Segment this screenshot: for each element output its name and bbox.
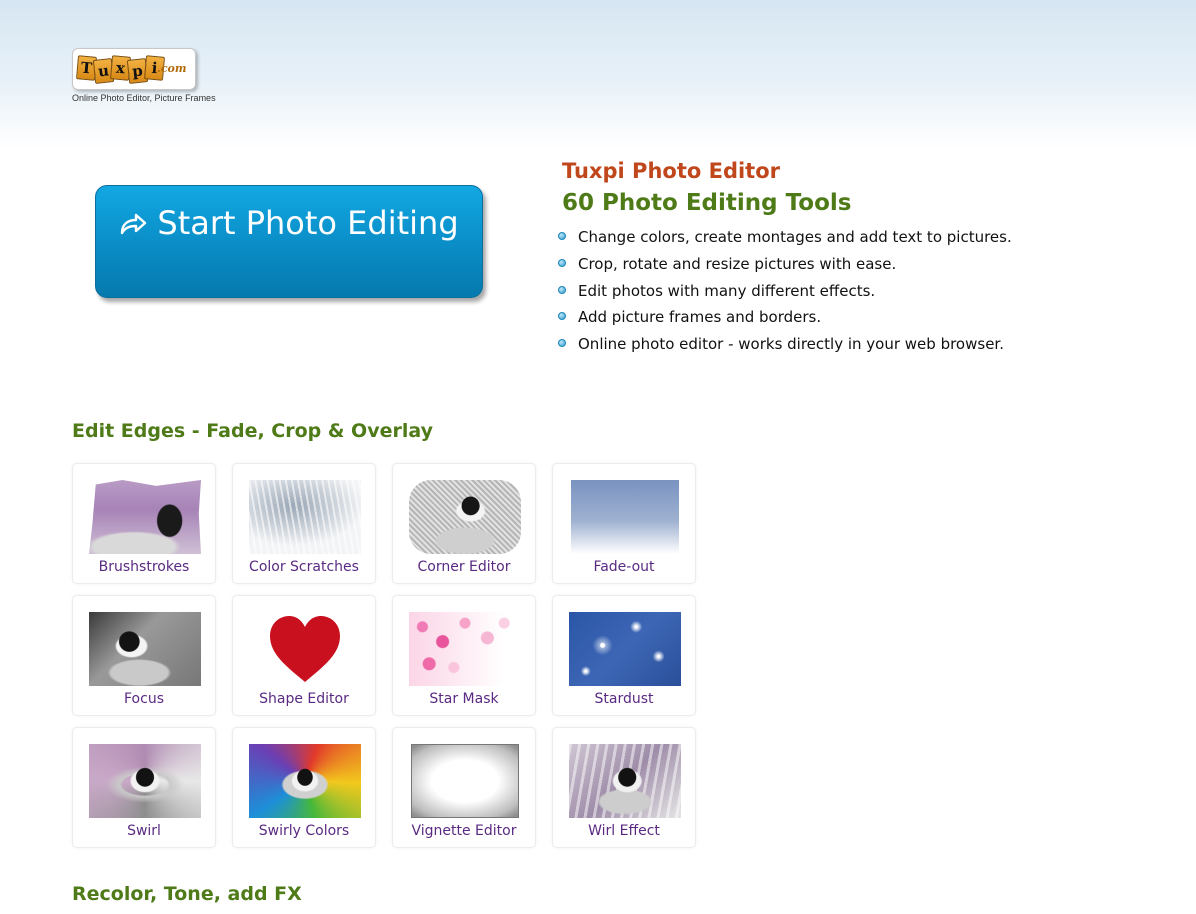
brushstrokes-thumbnail [89,480,201,554]
tool-label: Color Scratches [249,559,359,575]
feature-item: Online photo editor - works directly in … [558,335,1122,354]
section-title-edit-edges: Edit Edges - Fade, Crop & Overlay [72,420,433,442]
tool-label: Wirl Effect [588,823,660,839]
start-button-label: Start Photo Editing [157,204,459,242]
heart-icon [270,616,340,682]
start-photo-editing-button[interactable]: Start Photo Editing [95,185,483,298]
vignette-editor-thumbnail [411,744,519,818]
star-mask-thumbnail [409,612,521,686]
tool-label: Brushstrokes [98,559,190,575]
feature-text: Crop, rotate and resize pictures with ea… [578,254,897,273]
info-title: Tuxpi Photo Editor [562,159,780,183]
tool-tile-fade-out[interactable]: Fade-out [552,463,696,584]
info-subtitle: 60 Photo Editing Tools [562,190,852,216]
swirly-colors-thumbnail [249,744,361,818]
logo-suffix: .com [157,62,187,75]
tool-tile-shape-editor[interactable]: Shape Editor [232,595,376,716]
tool-label: Corner Editor [417,559,511,575]
tool-label: Shape Editor [259,691,349,707]
tool-label: Focus [124,691,164,707]
color-scratches-thumbnail [249,480,361,554]
feature-text: Add picture frames and borders. [578,308,822,327]
corner-editor-thumbnail [409,480,521,554]
feature-list: Change colors, create montages and add t… [558,228,1122,354]
bullet-icon [558,258,566,267]
tool-tile-corner-editor[interactable]: Corner Editor [392,463,536,584]
info-panel: Tuxpi Photo Editor 60 Photo Editing Tool… [558,157,1122,362]
tool-tile-swirly-colors[interactable]: Swirly Colors [232,727,376,848]
feature-item: Change colors, create montages and add t… [558,228,1122,246]
tool-label: Fade-out [593,559,655,575]
tool-label: Swirly Colors [258,823,350,839]
tool-label: Vignette Editor [411,823,517,839]
feature-item: Edit photos with many different effects. [558,281,1122,300]
tool-tile-vignette-editor[interactable]: Vignette Editor [392,727,536,848]
tool-tile-star-mask[interactable]: Star Mask [392,595,536,716]
bullet-icon [558,232,566,240]
feature-text: Change colors, create montages and add t… [578,228,1012,246]
wirl-effect-thumbnail [569,744,681,818]
stardust-thumbnail [569,612,681,686]
tool-tile-swirl[interactable]: Swirl [72,727,216,848]
tool-tile-color-scratches[interactable]: Color Scratches [232,463,376,584]
feature-item: Crop, rotate and resize pictures with ea… [558,254,1122,273]
site-tagline: Online Photo Editor, Picture Frames [72,93,216,103]
bullet-icon [558,339,566,348]
tool-tile-focus[interactable]: Focus [72,595,216,716]
feature-item: Add picture frames and borders. [558,308,1122,327]
swirl-thumbnail [89,744,201,818]
bullet-icon [558,312,566,321]
feature-text: Online photo editor - works directly in … [578,335,1004,354]
fade-out-thumbnail [571,480,679,554]
site-logo[interactable]: T u x p i .com [72,48,196,90]
tool-label: Stardust [594,691,654,707]
bullet-icon [558,285,566,294]
tool-tile-wirl-effect[interactable]: Wirl Effect [552,727,696,848]
tool-label: Star Mask [429,691,499,707]
share-arrow-icon [121,213,147,235]
tool-tile-stardust[interactable]: Stardust [552,595,696,716]
logo-tiles: T u x p i [75,55,166,84]
tool-tile-brushstrokes[interactable]: Brushstrokes [72,463,216,584]
section-title-recolor: Recolor, Tone, add FX [72,883,302,905]
tool-label: Swirl [127,823,161,839]
feature-text: Edit photos with many different effects. [578,281,876,300]
shape-editor-thumbnail [249,612,361,686]
focus-thumbnail [89,612,201,686]
